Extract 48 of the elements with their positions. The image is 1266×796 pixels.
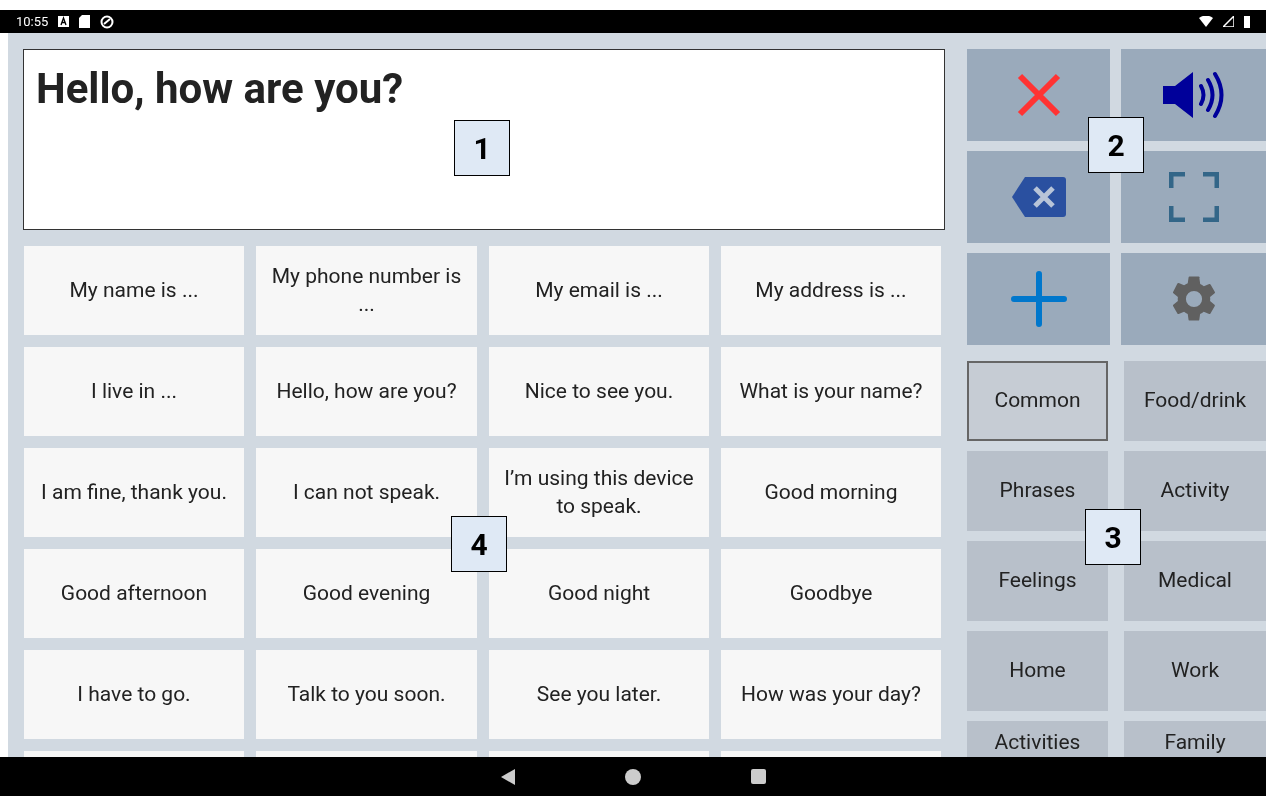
settings-button[interactable]: [1121, 253, 1266, 345]
phrase-button[interactable]: Talk to you soon.: [256, 650, 477, 739]
callout-label: 2: [1088, 117, 1144, 173]
phrase-button[interactable]: My name is ...: [24, 246, 244, 335]
phrase-button[interactable]: I’m using this device to speak.: [489, 448, 709, 537]
phrase-button[interactable]: Good night: [489, 549, 709, 638]
phrase-button[interactable]: My email is ...: [489, 246, 709, 335]
category-button[interactable]: Medical: [1124, 541, 1266, 621]
category-button[interactable]: Activities: [967, 721, 1108, 757]
category-button[interactable]: Food/drink: [1124, 361, 1266, 441]
phrase-button[interactable]: See you later.: [489, 650, 709, 739]
phrase-button[interactable]: What is your name?: [721, 347, 941, 436]
phrase-button[interactable]: Nice to see you.: [489, 347, 709, 436]
phrase-button[interactable]: I can not speak.: [256, 448, 477, 537]
phrase-button[interactable]: Good afternoon: [24, 549, 244, 638]
recents-icon[interactable]: [750, 769, 766, 784]
plus-icon: [1010, 271, 1067, 327]
status-time: 10:55: [16, 12, 49, 31]
home-icon[interactable]: [624, 768, 641, 785]
callout-label: 3: [1085, 509, 1141, 565]
backspace-button[interactable]: [967, 151, 1110, 243]
category-button[interactable]: Activity: [1124, 451, 1266, 531]
fullscreen-icon: [1168, 172, 1219, 222]
battery-icon: [1244, 15, 1250, 28]
circle-icon: [100, 14, 115, 29]
callout-label: 4: [451, 516, 507, 572]
category-button[interactable]: Work: [1124, 631, 1266, 711]
category-button[interactable]: Common: [967, 361, 1108, 441]
category-button[interactable]: Family: [1124, 721, 1266, 757]
phrase-button[interactable]: Goodbye: [721, 549, 941, 638]
phrase-button[interactable]: I have to go.: [24, 650, 244, 739]
sd-card-icon: [79, 15, 91, 28]
backspace-icon: [1010, 176, 1067, 218]
category-button[interactable]: Home: [967, 631, 1108, 711]
phrase-button[interactable]: I am fine, thank you.: [24, 448, 244, 537]
phrase-button[interactable]: My address is ...: [721, 246, 941, 335]
phrase-button[interactable]: My phone number is ...: [256, 246, 477, 335]
callout-label: 1: [454, 120, 510, 176]
phrase-button[interactable]: Hello, how are you?: [256, 347, 477, 436]
wifi-icon: [1199, 16, 1213, 27]
back-icon[interactable]: [500, 768, 515, 785]
keyboard-icon: [58, 16, 70, 27]
signal-icon: [1223, 16, 1234, 27]
clear-button[interactable]: [967, 49, 1110, 141]
phrase-button[interactable]: Good morning: [721, 448, 941, 537]
close-icon: [1015, 72, 1062, 118]
phrase-button[interactable]: How was your day?: [721, 650, 941, 739]
phrase-button[interactable]: I live in ...: [24, 347, 244, 436]
